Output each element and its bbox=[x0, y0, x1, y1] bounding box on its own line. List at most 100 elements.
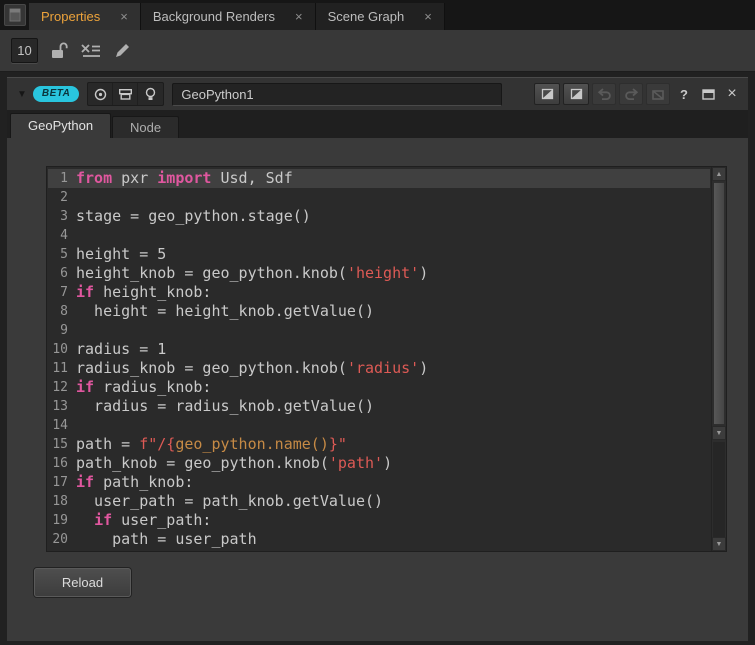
code-line[interactable]: 18 user_path = path_knob.getValue() bbox=[48, 492, 710, 511]
pane-menu-icon bbox=[9, 8, 21, 22]
pane-menu-button[interactable] bbox=[4, 4, 26, 26]
line-number: 7 bbox=[48, 283, 68, 302]
redo-icon bbox=[624, 88, 639, 101]
pane-tabbar: Properties × Background Renders × Scene … bbox=[0, 0, 755, 30]
tab-node[interactable]: Node bbox=[112, 116, 179, 138]
close-all-panels-button[interactable] bbox=[80, 43, 102, 59]
line-number: 6 bbox=[48, 264, 68, 283]
code-line[interactable]: 14 bbox=[48, 416, 710, 435]
indicators-button[interactable] bbox=[138, 83, 163, 105]
line-number: 17 bbox=[48, 473, 68, 492]
script-editor[interactable]: 1 from pxr import Usd, Sdf23 stage = geo_p… bbox=[46, 166, 727, 552]
line-number: 12 bbox=[48, 378, 68, 397]
tab-label: Scene Graph bbox=[328, 9, 405, 24]
code-text: radius = radius_knob.getValue() bbox=[76, 397, 374, 416]
node-panel-header: ▼ BETA bbox=[7, 78, 748, 110]
code-line[interactable]: 17 if path_knob: bbox=[48, 473, 710, 492]
code-line[interactable]: 4 bbox=[48, 226, 710, 245]
close-all-panels-icon bbox=[80, 43, 102, 59]
tab-background-renders[interactable]: Background Renders × bbox=[141, 3, 316, 30]
edit-button[interactable] bbox=[114, 42, 131, 59]
scrollbar[interactable]: ▲ ▼ ▼ bbox=[711, 167, 726, 551]
scroll-down-button[interactable]: ▼ bbox=[712, 537, 726, 551]
code-line[interactable]: 10radius = 1 bbox=[48, 340, 710, 359]
close-icon[interactable]: × bbox=[424, 10, 432, 23]
lock-panels-button[interactable] bbox=[50, 41, 68, 60]
node-tab-strip: GeoPython Node bbox=[7, 110, 748, 138]
scroll-up-button[interactable]: ▲ bbox=[712, 167, 726, 181]
code-line[interactable]: 6height_knob = geo_python.knob('height') bbox=[48, 264, 710, 283]
properties-toolbar: 10 bbox=[0, 30, 755, 72]
line-number: 14 bbox=[48, 416, 68, 435]
close-panel-button[interactable]: × bbox=[722, 83, 742, 105]
code-text: height = height_knob.getValue() bbox=[76, 302, 374, 321]
line-number: 9 bbox=[48, 321, 68, 340]
line-number: 19 bbox=[48, 511, 68, 530]
code-text: if path_knob: bbox=[76, 473, 193, 492]
center-target-icon bbox=[93, 87, 108, 102]
code-line[interactable]: 12if radius_knob: bbox=[48, 378, 710, 397]
redo-button[interactable] bbox=[619, 83, 643, 105]
float-panel-button[interactable] bbox=[698, 83, 718, 105]
tab-scene-graph[interactable]: Scene Graph × bbox=[316, 3, 445, 30]
tab-geopython[interactable]: GeoPython bbox=[10, 113, 111, 138]
code-line[interactable]: 2 bbox=[48, 188, 710, 207]
scroll-track[interactable] bbox=[713, 442, 725, 537]
code-text: path = f"/{geo_python.name()}" bbox=[76, 435, 347, 454]
beta-badge: BETA bbox=[33, 86, 79, 102]
line-number: 1 bbox=[48, 169, 68, 188]
undo-button[interactable] bbox=[592, 83, 616, 105]
code-line[interactable]: 11radius_knob = geo_python.knob('radius'… bbox=[48, 359, 710, 378]
pencil-icon bbox=[114, 42, 131, 59]
diagonal-square-icon bbox=[541, 88, 554, 100]
tab-properties[interactable]: Properties × bbox=[29, 3, 141, 30]
line-number: 4 bbox=[48, 226, 68, 245]
code-text: if user_path: bbox=[76, 511, 211, 530]
tab-label: Properties bbox=[41, 9, 100, 24]
collapse-arrow-icon[interactable]: ▼ bbox=[17, 89, 27, 100]
close-icon[interactable]: × bbox=[295, 10, 303, 23]
open-lock-icon bbox=[50, 41, 68, 60]
scroll-down-button[interactable]: ▼ bbox=[712, 426, 726, 440]
code-text: path = user_path bbox=[76, 530, 257, 549]
diagonal-square-icon bbox=[570, 88, 583, 100]
code-text: stage = geo_python.stage() bbox=[76, 207, 311, 226]
line-number: 3 bbox=[48, 207, 68, 226]
code-lines[interactable]: 1 from pxr import Usd, Sdf23 stage = geo_p… bbox=[48, 167, 710, 551]
help-button[interactable]: ? bbox=[674, 83, 694, 105]
tab-label: Background Renders bbox=[153, 9, 275, 24]
code-line[interactable]: 9 bbox=[48, 321, 710, 340]
node-name-input[interactable] bbox=[172, 83, 502, 106]
code-text: height = 5 bbox=[76, 245, 166, 264]
code-text: path_knob = geo_python.knob('path') bbox=[76, 454, 392, 473]
code-line[interactable]: 15path = f"/{geo_python.name()}" bbox=[48, 435, 710, 454]
snapshot-button[interactable] bbox=[113, 83, 138, 105]
code-line[interactable]: 7if height_knob: bbox=[48, 283, 710, 302]
code-line[interactable]: 19 if user_path: bbox=[48, 511, 710, 530]
revert-button[interactable] bbox=[646, 83, 670, 105]
center-node-button[interactable] bbox=[88, 83, 113, 105]
lightbulb-icon bbox=[144, 87, 157, 102]
code-line[interactable]: 13 radius = radius_knob.getValue() bbox=[48, 397, 710, 416]
code-line[interactable]: 1 from pxr import Usd, Sdf bbox=[48, 169, 710, 188]
scroll-thumb[interactable] bbox=[713, 182, 725, 425]
revert-icon bbox=[651, 88, 665, 101]
code-line[interactable]: 3 stage = geo_python.stage() bbox=[48, 207, 710, 226]
code-line[interactable]: 16 path_knob = geo_python.knob('path') bbox=[48, 454, 710, 473]
code-text: from pxr import Usd, Sdf bbox=[76, 169, 293, 188]
close-icon[interactable]: × bbox=[120, 10, 128, 23]
line-number: 8 bbox=[48, 302, 68, 321]
channel-mask-b-button[interactable] bbox=[563, 83, 589, 105]
node-panel: ▼ BETA bbox=[7, 77, 748, 641]
code-line[interactable]: 8 height = height_knob.getValue() bbox=[48, 302, 710, 321]
header-icon-group bbox=[87, 82, 164, 106]
line-number: 11 bbox=[48, 359, 68, 378]
max-panels-input[interactable]: 10 bbox=[11, 38, 38, 63]
properties-pane: Properties × Background Renders × Scene … bbox=[0, 0, 755, 645]
code-line[interactable]: 5height = 5 bbox=[48, 245, 710, 264]
line-number: 16 bbox=[48, 454, 68, 473]
code-line[interactable]: 21 bbox=[48, 549, 710, 551]
reload-button[interactable]: Reload bbox=[34, 568, 131, 597]
code-line[interactable]: 20 path = user_path bbox=[48, 530, 710, 549]
channel-mask-a-button[interactable] bbox=[534, 83, 560, 105]
